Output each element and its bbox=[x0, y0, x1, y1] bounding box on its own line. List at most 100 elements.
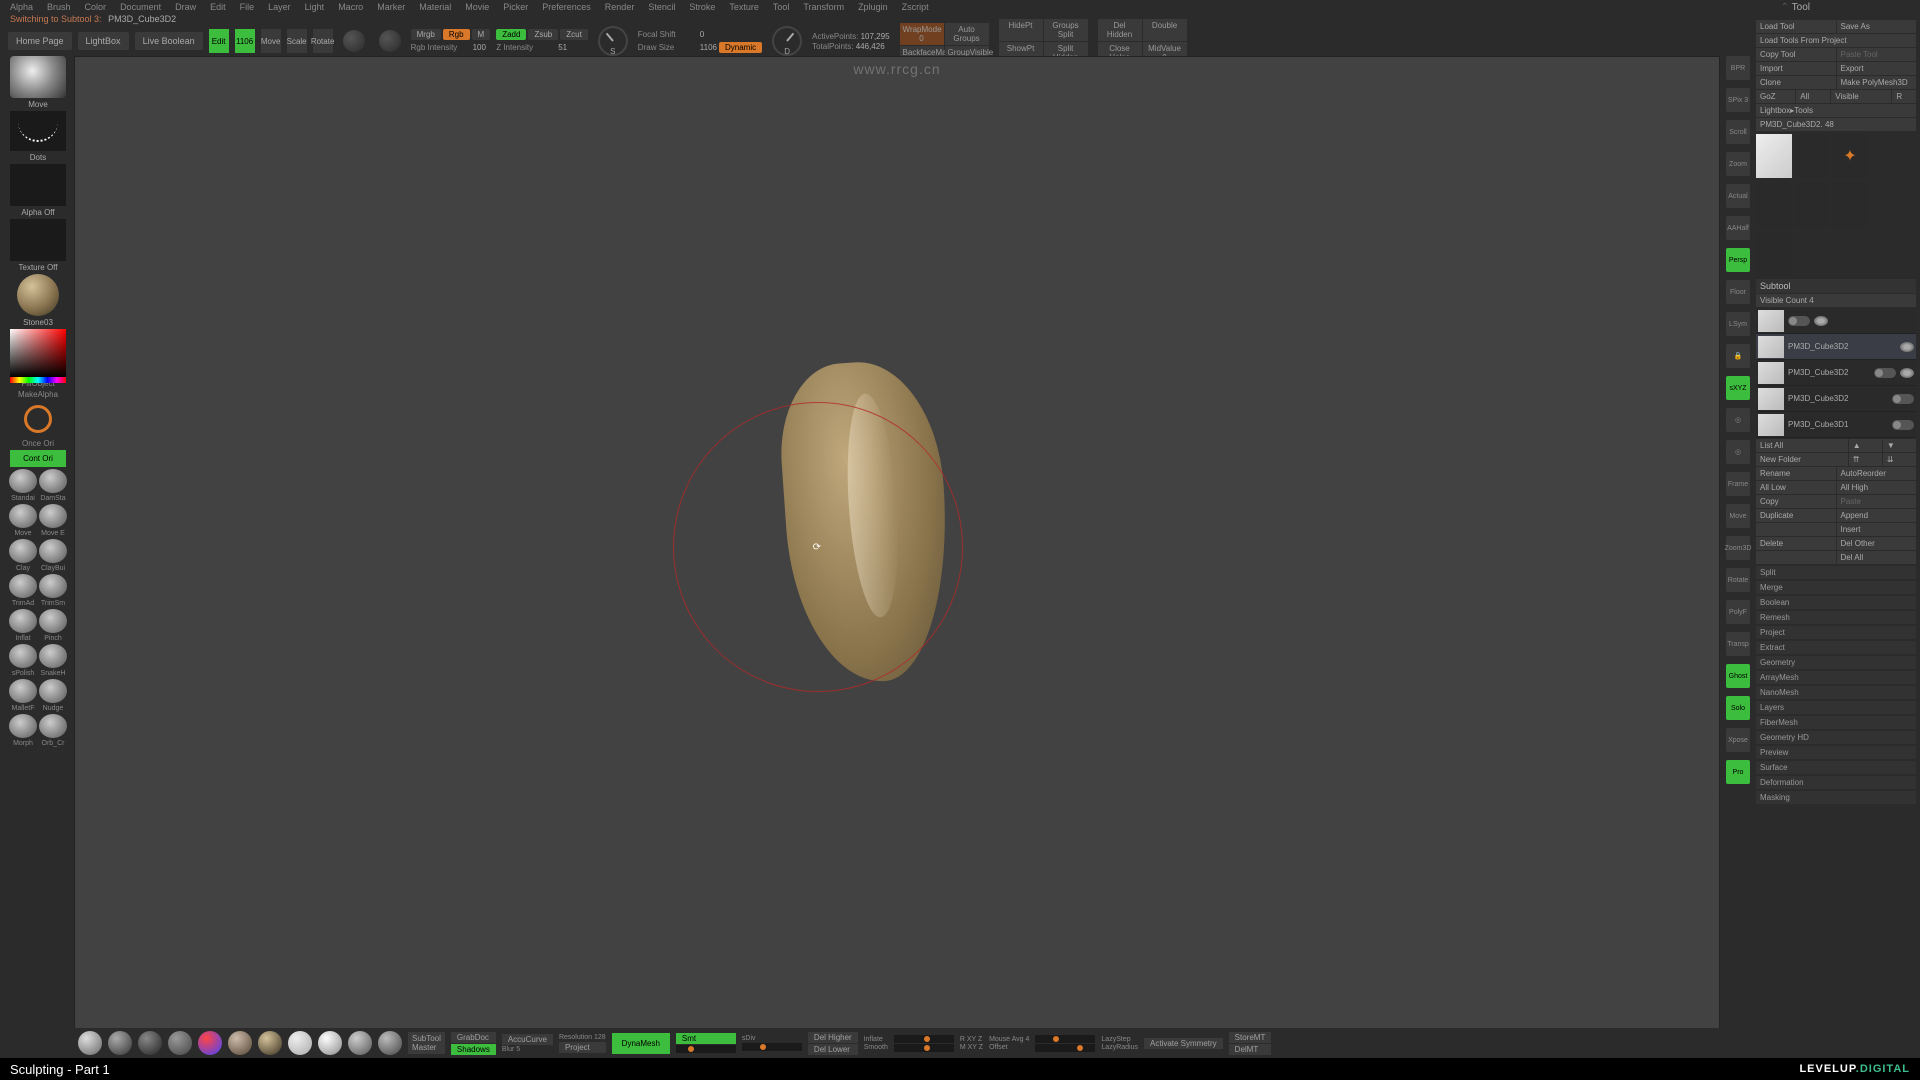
mat-8[interactable] bbox=[318, 1031, 342, 1055]
frame-button[interactable]: Frame bbox=[1726, 472, 1750, 496]
tool-thumb-0[interactable] bbox=[1756, 134, 1792, 178]
spix-button[interactable]: SPix 3 bbox=[1726, 88, 1750, 112]
subtool-item-4[interactable]: PM3D_Cube3D1 bbox=[1756, 412, 1916, 438]
nanomesh-section[interactable]: NanoMesh bbox=[1756, 686, 1916, 699]
wrapmode-button[interactable]: WrapMode 0 bbox=[900, 23, 944, 45]
autogroups-button[interactable]: Auto Groups bbox=[945, 23, 989, 45]
dellower-button[interactable]: Del Lower bbox=[808, 1044, 858, 1055]
goz-all-button[interactable]: All bbox=[1796, 90, 1830, 103]
brush-damstd[interactable] bbox=[39, 469, 67, 493]
subtool-item-3[interactable]: PM3D_Cube3D2 bbox=[1756, 386, 1916, 412]
actual-button[interactable]: Actual bbox=[1726, 184, 1750, 208]
goz-r-button[interactable]: R bbox=[1892, 90, 1916, 103]
rename-button[interactable]: Rename bbox=[1756, 467, 1836, 480]
brush-trimsm[interactable] bbox=[39, 574, 67, 598]
persp-button[interactable]: Persp bbox=[1726, 248, 1750, 272]
del-all-button[interactable]: Del All bbox=[1837, 551, 1917, 564]
brush-move[interactable] bbox=[9, 504, 37, 528]
brush-mallet[interactable] bbox=[9, 679, 37, 703]
xyz-button[interactable]: sXYZ bbox=[1726, 376, 1750, 400]
brush-standard[interactable] bbox=[9, 469, 37, 493]
tool-thumb-4[interactable] bbox=[1794, 183, 1830, 227]
lightbox-button[interactable]: LightBox bbox=[78, 32, 129, 50]
alpha-thumbnail[interactable] bbox=[10, 164, 66, 206]
accucurve-button[interactable]: AccuCurve bbox=[502, 1034, 553, 1045]
menu-tool[interactable]: Tool bbox=[773, 2, 790, 12]
focal-gauge[interactable]: S bbox=[598, 26, 628, 56]
menu-color[interactable]: Color bbox=[85, 2, 107, 12]
transp-button[interactable]: Transp bbox=[1726, 632, 1750, 656]
subtool-master-button[interactable]: SubToolMaster bbox=[408, 1032, 445, 1054]
offset-slider[interactable] bbox=[1035, 1044, 1095, 1052]
view1-button[interactable]: ◎ bbox=[1726, 408, 1750, 432]
texture-thumbnail[interactable] bbox=[10, 219, 66, 261]
brush-spolish[interactable] bbox=[9, 644, 37, 668]
export-button[interactable]: Export bbox=[1837, 62, 1917, 75]
tool-thumb-5[interactable] bbox=[1832, 183, 1868, 227]
delmt-button[interactable]: DelMT bbox=[1229, 1044, 1272, 1055]
mat-5[interactable] bbox=[228, 1031, 252, 1055]
autoreorder-button[interactable]: AutoReorder bbox=[1837, 467, 1917, 480]
view2-button[interactable]: ◎ bbox=[1726, 440, 1750, 464]
move-view-button[interactable]: Move bbox=[1726, 504, 1750, 528]
home-button[interactable]: Home Page bbox=[8, 32, 72, 50]
menu-document[interactable]: Document bbox=[120, 2, 161, 12]
mouseavg-slider[interactable] bbox=[1035, 1035, 1095, 1043]
subtool-item-2[interactable]: PM3D_Cube3D2 bbox=[1756, 360, 1916, 386]
menu-light[interactable]: Light bbox=[305, 2, 325, 12]
draw-mode-button[interactable]: 1106 bbox=[235, 29, 255, 53]
menu-stroke[interactable]: Stroke bbox=[689, 2, 715, 12]
menu-zscript[interactable]: Zscript bbox=[902, 2, 929, 12]
zoom-button[interactable]: Zoom bbox=[1726, 152, 1750, 176]
menu-edit[interactable]: Edit bbox=[210, 2, 226, 12]
menu-movie[interactable]: Movie bbox=[465, 2, 489, 12]
duplicate-button[interactable]: Duplicate bbox=[1756, 509, 1836, 522]
bpr-button[interactable]: BPR bbox=[1726, 56, 1750, 80]
draw-gauge[interactable]: D bbox=[772, 26, 802, 56]
polyf-button[interactable]: PolyF bbox=[1726, 600, 1750, 624]
makealpha-button[interactable]: MakeAlpha bbox=[18, 390, 58, 399]
split-section[interactable]: Split bbox=[1756, 566, 1916, 579]
groupsplit-button[interactable]: Groups Split bbox=[1044, 19, 1088, 41]
viewport[interactable]: ⟳ bbox=[103, 85, 1691, 1009]
paste-tool-button[interactable]: Paste Tool bbox=[1837, 48, 1917, 61]
mat-3[interactable] bbox=[168, 1031, 192, 1055]
m-button[interactable]: M bbox=[472, 29, 491, 40]
tool-thumb-1[interactable] bbox=[1794, 134, 1830, 178]
color-picker[interactable] bbox=[10, 329, 66, 377]
menu-material[interactable]: Material bbox=[419, 2, 451, 12]
copy-tool-button[interactable]: Copy Tool bbox=[1756, 48, 1836, 61]
mxyz-label[interactable]: M XY Z bbox=[960, 1044, 983, 1051]
delhigher-button[interactable]: Del Higher bbox=[808, 1032, 858, 1043]
preview-section[interactable]: Preview bbox=[1756, 746, 1916, 759]
goz-button[interactable]: GoZ bbox=[1756, 90, 1795, 103]
stroke-curve-icon[interactable] bbox=[24, 405, 52, 433]
clone-button[interactable]: Clone bbox=[1756, 76, 1836, 89]
lsym-button[interactable]: LSym bbox=[1726, 312, 1750, 336]
grabdoc-button[interactable]: GrabDoc bbox=[451, 1032, 496, 1043]
fibermesh-section[interactable]: FiberMesh bbox=[1756, 716, 1916, 729]
ghost-button[interactable]: Ghost bbox=[1726, 664, 1750, 688]
shadows-button[interactable]: Shadows bbox=[451, 1044, 496, 1055]
hidept-button[interactable]: HidePt bbox=[999, 19, 1043, 41]
canvas-area[interactable]: www.rrcg.cn ⟳ bbox=[74, 56, 1720, 1038]
mat-4[interactable] bbox=[198, 1031, 222, 1055]
zsub-button[interactable]: Zsub bbox=[528, 29, 558, 40]
eye-icon[interactable] bbox=[1900, 368, 1914, 378]
scale-mode-button[interactable]: Scale bbox=[287, 29, 307, 53]
mat-7[interactable] bbox=[288, 1031, 312, 1055]
load-tool-button[interactable]: Load Tool bbox=[1756, 20, 1836, 33]
menu-brush[interactable]: Brush bbox=[47, 2, 71, 12]
floor-button[interactable]: Floor bbox=[1726, 280, 1750, 304]
gizmo-icon[interactable] bbox=[343, 30, 365, 52]
menu-texture[interactable]: Texture bbox=[729, 2, 759, 12]
brush-trimad[interactable] bbox=[9, 574, 37, 598]
arrow-up-icon[interactable]: ▲ bbox=[1849, 439, 1882, 452]
smt-button[interactable]: Smt bbox=[676, 1033, 736, 1044]
storemt-button[interactable]: StoreMT bbox=[1229, 1032, 1272, 1043]
stroke-thumbnail[interactable] bbox=[10, 111, 66, 151]
list-all-button[interactable]: List All bbox=[1756, 439, 1848, 452]
solo-button[interactable]: Solo bbox=[1726, 696, 1750, 720]
focal-shift-value[interactable]: 0 bbox=[700, 30, 704, 39]
draw-size-value[interactable]: 1106 bbox=[700, 43, 717, 52]
